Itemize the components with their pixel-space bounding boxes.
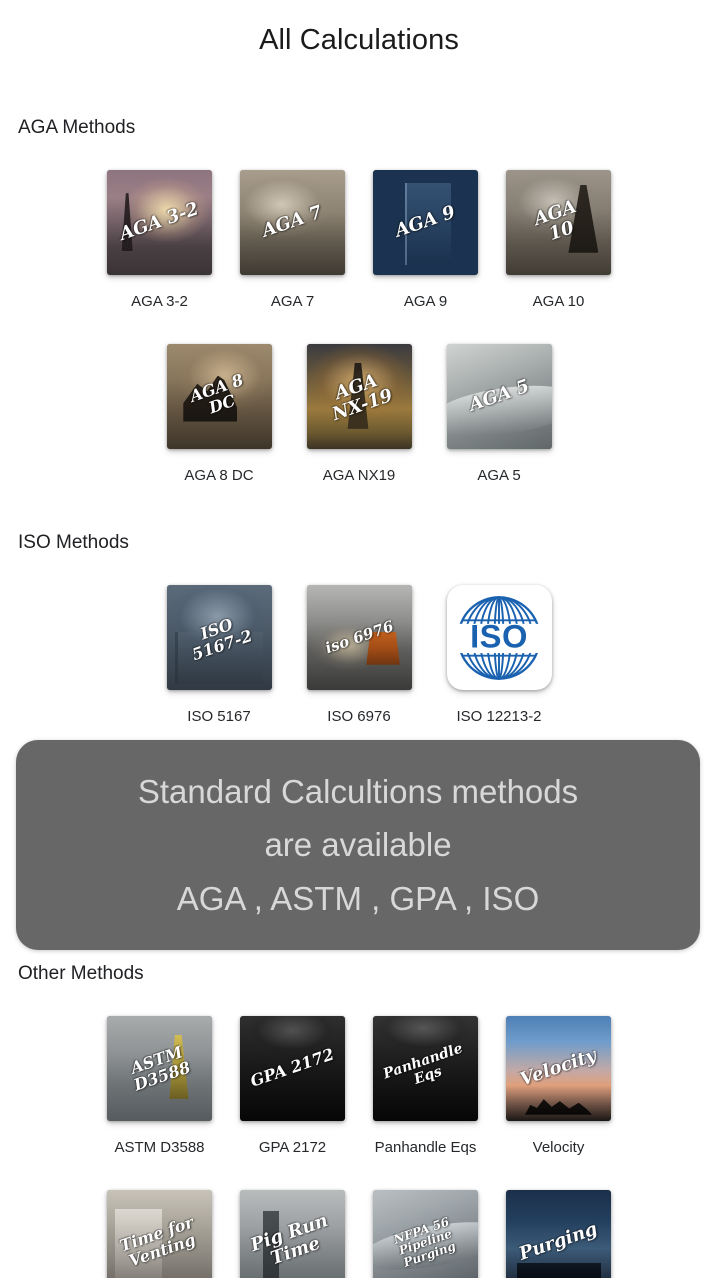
thumbnail-photo [240,1190,345,1278]
method-thumbnail[interactable]: AGA 3-2 [107,170,212,275]
toast-line: AGA , ASTM , GPA , ISO [176,879,540,917]
method-tile-label: ISO 6976 [327,708,391,725]
thumbnail-photo [240,170,345,275]
thumbnail-photo [306,585,412,690]
method-tile-label: GPA 2172 [258,1139,327,1156]
method-tile-aga-5[interactable]: AGA 5 AGA 5 [446,344,552,484]
method-thumbnail[interactable]: Velocity [506,1016,611,1121]
tile-row-aga-2: AGA 8 DC AGA 8 DC AGA NX-19 AGA NX19 AGA 5 AGA … [0,344,718,484]
method-thumbnail[interactable]: AGA 5 [446,344,552,449]
tile-row-iso-1: ISO 5167-2 ISO 5167 iso 6976 ISO 6976 ISO IS… [0,585,718,725]
iso-logo-icon[interactable]: ISO [446,585,552,690]
toast-message: Standard Calcultions methods are availab… [16,740,700,950]
method-tile-label: AGA 8 DC [184,467,254,484]
all-calculations-screen: All Calculations AGA Methods AGA 3-2 AGA … [0,0,718,1278]
method-tile-iso-12213-2[interactable]: ISO ISO 12213-2 [446,585,552,725]
method-tile-gpa-2172[interactable]: GPA 2172 GPA 2172 [240,1016,345,1156]
thumbnail-photo [373,1190,478,1278]
tile-row-aga-1: AGA 3-2 AGA 3-2 AGA 7 AGA 7 AGA 9 AGA 9 AGA 10 A… [0,170,718,310]
thumbnail-photo [306,344,412,449]
method-tile-label: ISO 12213-2 [456,708,542,725]
method-tile-label: AGA 7 [270,293,315,310]
thumbnail-photo [506,1190,611,1278]
method-thumbnail[interactable]: Time for Venting [107,1190,212,1278]
method-tile-panhandle-eqs[interactable]: Panhandle Eqs Panhandle Eqs [373,1016,478,1156]
method-thumbnail[interactable]: Purging [506,1190,611,1278]
tile-row-other-2: Time forVentingTime for Venting Pig RunTi… [0,1190,718,1278]
method-thumbnail[interactable]: AGA NX-19 [306,344,412,449]
method-tile-aga-nx19[interactable]: AGA NX-19 AGA NX19 [306,344,412,484]
method-thumbnail[interactable]: Pig Run Time [240,1190,345,1278]
thumbnail-photo [373,170,478,275]
section-header-aga: AGA Methods [18,117,136,138]
method-tile-aga-8-dc[interactable]: AGA 8 DC AGA 8 DC [166,344,272,484]
method-tile-label: ASTM D3588 [114,1139,205,1156]
method-tile-iso-5167[interactable]: ISO 5167-2 ISO 5167 [166,585,272,725]
thumbnail-photo [107,1016,212,1121]
method-thumbnail[interactable]: NFPA 56 Pipeline Purging [373,1190,478,1278]
method-tile-aga-7[interactable]: AGA 7 AGA 7 [240,170,345,310]
thumbnail-photo [166,585,272,690]
method-tile-aga-10[interactable]: AGA 10 AGA 10 [506,170,611,310]
thumbnail-photo [506,170,611,275]
method-tile-pig-run-time[interactable]: Pig RunTimePig Run Time [240,1190,345,1278]
page-title: All Calculations [259,24,459,56]
toast-line: Standard Calcultions methods [137,772,579,810]
method-tile-label: Velocity [532,1139,585,1156]
method-tile-label: AGA 9 [403,293,448,310]
method-tile-label: Panhandle Eqs [374,1139,477,1156]
method-thumbnail[interactable]: AGA 7 [240,170,345,275]
method-tile-velocity[interactable]: Velocity Velocity [506,1016,611,1156]
method-thumbnail[interactable]: iso 6976 [306,585,412,690]
method-tile-aga-3-2[interactable]: AGA 3-2 AGA 3-2 [107,170,212,310]
thumbnail-photo [373,1016,478,1121]
thumbnail-photo [446,344,552,449]
method-tile-time-for-venting[interactable]: Time forVentingTime for Venting [107,1190,212,1278]
method-tile-nfpa-56-pipeline-purging[interactable]: NFPA 56PipelinePurgingNFPA 56 Pipeline P… [373,1190,478,1278]
thumbnail-photo [166,344,272,449]
thumbnail-photo [506,1016,611,1121]
method-tile-iso-6976[interactable]: iso 6976 ISO 6976 [306,585,412,725]
method-tile-astm-d3588[interactable]: ASTM D3588 ASTM D3588 [107,1016,212,1156]
method-thumbnail[interactable]: GPA 2172 [240,1016,345,1121]
svg-text:ISO: ISO [470,617,528,654]
thumbnail-photo [240,1016,345,1121]
method-tile-label: AGA 3-2 [131,293,188,310]
method-tile-label: AGA 5 [477,467,521,484]
method-tile-purging[interactable]: PurgingPurging [506,1190,611,1278]
method-tile-aga-9[interactable]: AGA 9 AGA 9 [373,170,478,310]
section-header-iso: ISO Methods [18,532,129,553]
method-thumbnail[interactable]: ASTM D3588 [107,1016,212,1121]
toast-line: are available [264,826,452,864]
method-thumbnail[interactable]: AGA 8 DC [166,344,272,449]
method-tile-label: ISO 5167 [187,708,251,725]
section-header-other: Other Methods [18,963,144,984]
method-tile-label: AGA 10 [532,293,585,310]
thumbnail-photo [107,1190,212,1278]
method-thumbnail[interactable]: AGA 10 [506,170,611,275]
method-thumbnail[interactable]: ISO 5167-2 [166,585,272,690]
thumbnail-photo [107,170,212,275]
method-thumbnail[interactable]: Panhandle Eqs [373,1016,478,1121]
method-thumbnail[interactable]: AGA 9 [373,170,478,275]
tile-row-other-1: ASTM D3588 ASTM D3588 GPA 2172 GPA 2172 Panha… [0,1016,718,1156]
method-tile-label: AGA NX19 [322,467,396,484]
